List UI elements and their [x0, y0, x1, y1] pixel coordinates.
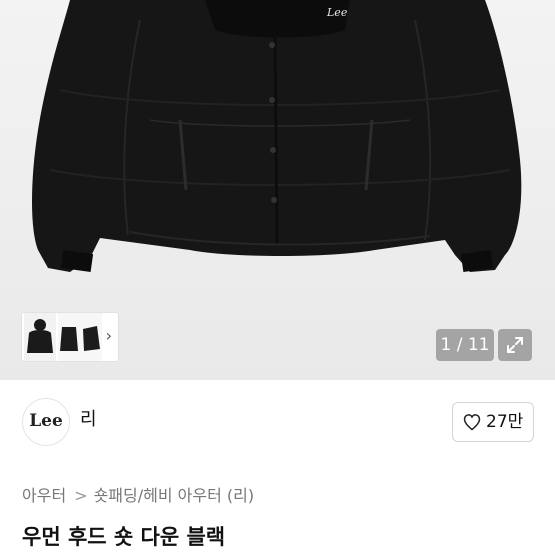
- thumbnail-2[interactable]: [58, 313, 80, 361]
- breadcrumb: 아우터 > 숏패딩/헤비 아우터 (리): [22, 485, 254, 507]
- expand-icon: [507, 337, 523, 353]
- image-counter: 1 / 11: [436, 329, 494, 361]
- product-image-gallery[interactable]: Lee › 1 / 11: [0, 0, 555, 380]
- chevron-right-icon[interactable]: ›: [106, 327, 112, 345]
- breadcrumb-item-subcategory[interactable]: 숏패딩/헤비 아우터 (리): [94, 486, 255, 505]
- like-button[interactable]: 27만: [452, 402, 534, 442]
- jacket-logo: Lee: [326, 6, 348, 19]
- like-count: 27만: [486, 412, 524, 432]
- chevron-right-icon: >: [74, 486, 88, 505]
- thumbnail-1[interactable]: [24, 313, 56, 361]
- brand-logo[interactable]: Lee: [22, 398, 70, 446]
- heart-icon: [463, 414, 481, 431]
- product-title: 우먼 후드 숏 다운 블랙: [22, 525, 226, 549]
- thumbnail-strip[interactable]: ›: [22, 313, 118, 361]
- breadcrumb-item-category[interactable]: 아우터: [22, 486, 66, 505]
- expand-button[interactable]: [498, 329, 532, 361]
- brand-name[interactable]: 리: [80, 408, 97, 432]
- thumbnail-3[interactable]: [80, 313, 102, 361]
